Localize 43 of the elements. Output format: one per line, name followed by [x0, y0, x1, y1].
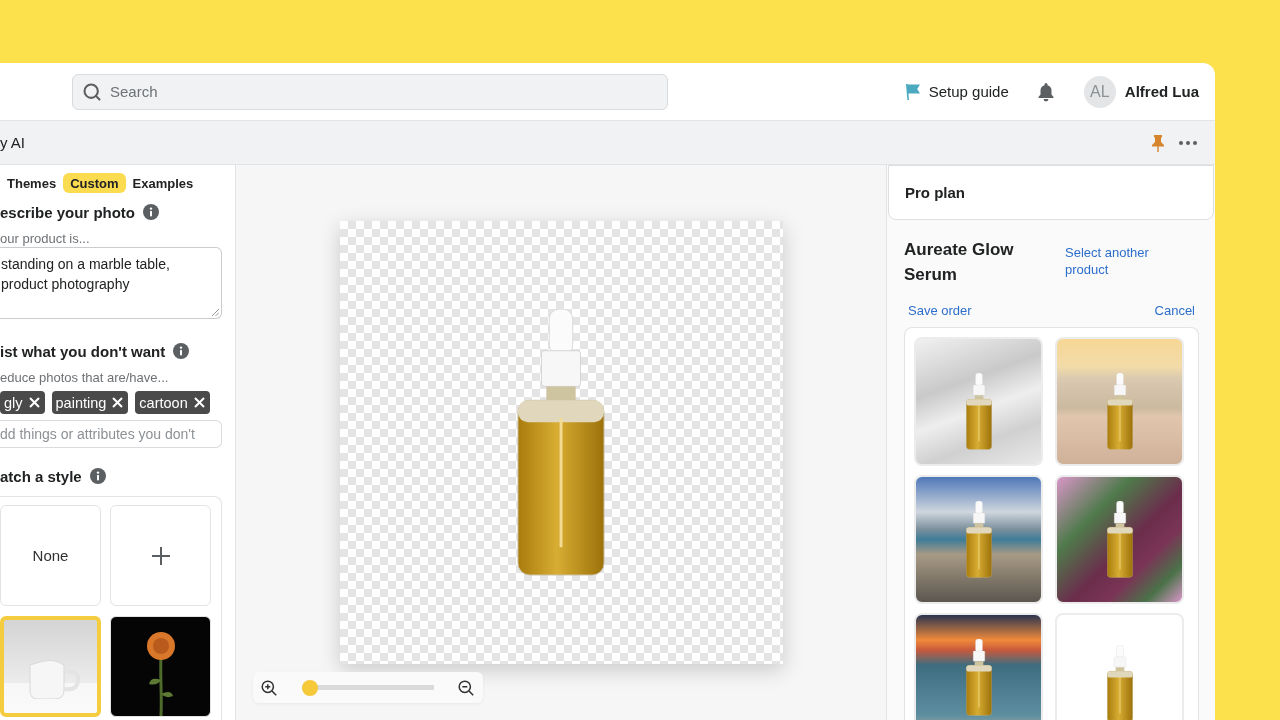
setup-guide-button[interactable]: Setup guide	[904, 82, 1009, 101]
tab[interactable]: Examples	[125, 173, 201, 193]
close-icon[interactable]	[112, 397, 124, 408]
section-heading: escribe your photo	[0, 203, 136, 221]
page-title: y AI	[0, 134, 25, 151]
info-icon	[143, 204, 160, 220]
photo-placeholder[interactable]	[1055, 475, 1184, 604]
search-field[interactable]: Search	[72, 73, 668, 110]
input-field[interactable]: dd things or attributes you don't	[0, 420, 222, 448]
search-icon	[82, 81, 102, 102]
pin-icon[interactable]	[1151, 133, 1165, 152]
zoom-in-icon[interactable]	[261, 679, 277, 696]
style-photo-option[interactable]	[110, 616, 211, 717]
none-option[interactable]: None	[0, 505, 101, 606]
more-icon[interactable]	[1179, 140, 1197, 145]
plan-card: Pro plan	[888, 165, 1214, 220]
cancel-link[interactable]: Cancel	[1154, 302, 1195, 320]
field-label: our product is...	[0, 231, 91, 247]
tab[interactable]: Themes	[0, 173, 64, 193]
photo-placeholder[interactable]	[914, 475, 1043, 604]
section-heading: atch a style	[0, 467, 82, 485]
tab[interactable]: Custom	[63, 173, 126, 193]
save-order-link[interactable]: Save order	[908, 302, 972, 320]
bell-icon[interactable]	[1036, 81, 1055, 102]
close-icon[interactable]	[193, 397, 205, 408]
close-icon[interactable]	[28, 397, 40, 408]
section-heading: ist what you don't want	[0, 342, 166, 360]
product-title: Aureate Glow Serum	[904, 239, 1015, 286]
photo-placeholder[interactable]	[914, 613, 1043, 720]
info-icon	[89, 468, 106, 484]
description-field[interactable]: standing on a marble table, product photography	[0, 247, 222, 319]
select-product-link[interactable]: Select another product	[1065, 244, 1185, 287]
info-icon	[173, 343, 190, 359]
field-label: educe photos that are/have...	[0, 370, 170, 386]
tag-text: painting	[55, 394, 107, 411]
tag-text: cartoon	[139, 394, 188, 411]
resize-grip-icon[interactable]	[212, 309, 219, 316]
plus-icon	[151, 546, 170, 565]
tag-text: gly	[4, 394, 23, 411]
flag-icon	[904, 82, 921, 101]
zoom-out-icon[interactable]	[458, 679, 474, 696]
user-name: Alfred Lua	[1124, 83, 1199, 100]
slider-thumb[interactable]	[302, 679, 318, 696]
